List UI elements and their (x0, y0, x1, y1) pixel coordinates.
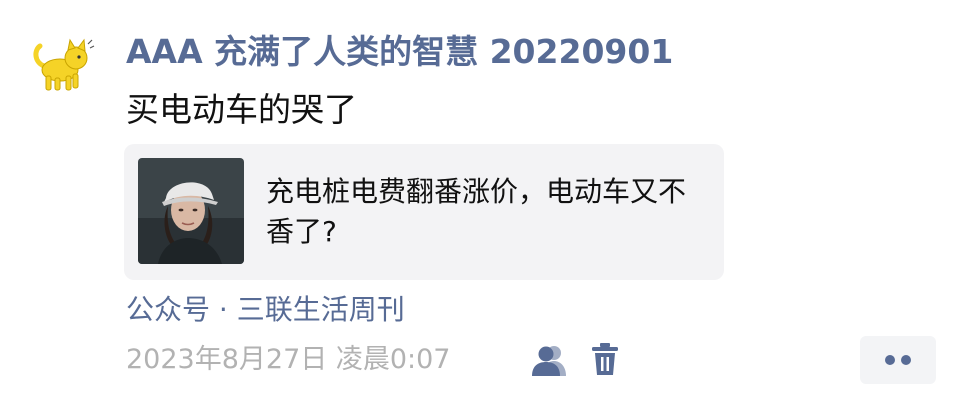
article-title: 充电桩电费翻番涨价，电动车又不香了? (266, 175, 687, 248)
source-link[interactable]: 公众号 · 三联生活周刊 (126, 290, 405, 330)
post-timestamp: 2023年8月27日 凌晨0:07 (126, 344, 451, 375)
more-dot-icon (885, 355, 895, 365)
post-text: 买电动车的哭了 (126, 90, 357, 129)
article-thumbnail (138, 158, 244, 264)
shared-article-card[interactable]: 充电桩电费翻番涨价，电动车又不香了? (124, 144, 724, 280)
avatar[interactable] (30, 36, 96, 94)
more-dot-icon (901, 355, 911, 365)
more-button[interactable] (860, 336, 936, 384)
yellow-cat-icon (33, 38, 95, 91)
people-icon[interactable] (532, 344, 568, 376)
trash-icon[interactable] (592, 342, 618, 376)
author-name[interactable]: AAA 充满了人类的智慧 20220901 (126, 30, 673, 74)
